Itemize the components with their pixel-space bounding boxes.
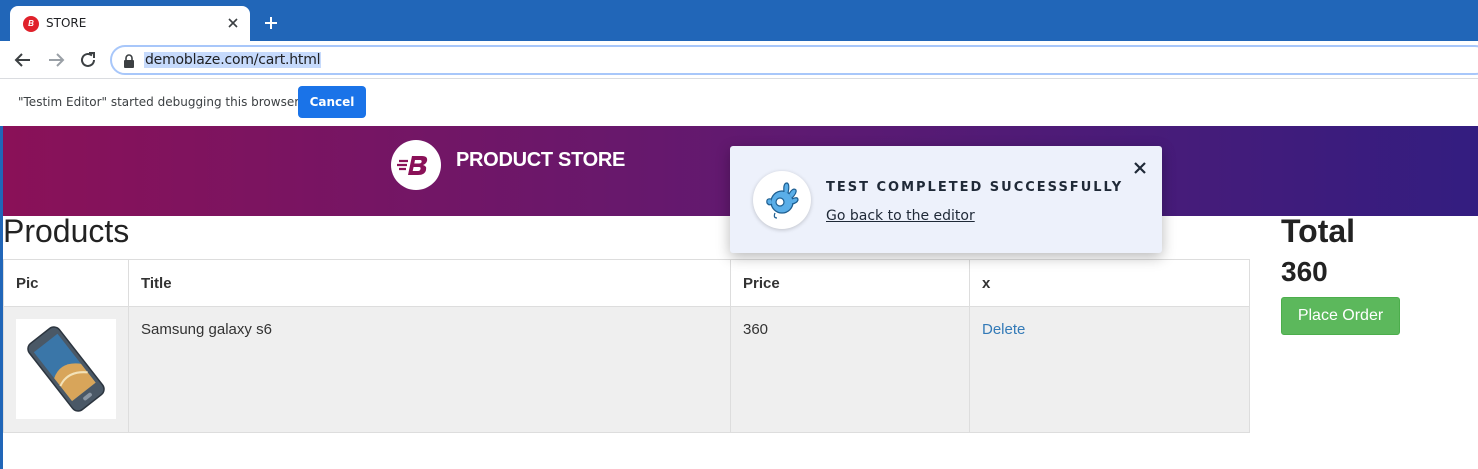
toast-title: TEST COMPLETED SUCCESSFULLY — [826, 180, 1124, 195]
test-completed-toast: TEST COMPLETED SUCCESSFULLY Go back to t… — [730, 146, 1162, 253]
store-favicon-icon: B — [23, 16, 39, 32]
browser-tabstrip: B STORE — [0, 0, 1478, 41]
back-arrow-icon[interactable] — [12, 49, 34, 71]
total-heading: Total — [1281, 213, 1356, 249]
delete-link[interactable]: Delete — [982, 321, 1025, 338]
tab-title: STORE — [46, 16, 87, 30]
ok-hand-icon — [766, 182, 799, 219]
column-header-pic: Pic — [3, 259, 129, 307]
browser-toolbar: demoblaze.com/cart.html — [0, 41, 1478, 79]
product-action-cell: Delete — [969, 306, 1250, 433]
cart-table: Pic Title Price x Samsung galaxy s6 360 … — [3, 259, 1250, 433]
total-value: 360 — [1281, 256, 1328, 287]
column-header-title: Title — [128, 259, 731, 307]
phone-image-icon — [27, 326, 105, 412]
go-back-to-editor-link[interactable]: Go back to the editor — [826, 208, 975, 224]
product-price-cell: 360 — [730, 306, 970, 433]
url-text[interactable]: demoblaze.com/cart.html — [144, 52, 322, 68]
products-heading: Products — [3, 213, 130, 249]
browser-tab[interactable]: B STORE — [10, 6, 250, 41]
infobar-message: "Testim Editor" started debugging this b… — [18, 95, 300, 109]
place-order-button[interactable]: Place Order — [1281, 297, 1400, 335]
close-icon[interactable] — [1132, 160, 1148, 176]
column-header-x: x — [969, 259, 1250, 307]
lock-icon — [124, 54, 134, 68]
product-title-cell: Samsung galaxy s6 — [128, 306, 731, 433]
table-row: Samsung galaxy s6 360 Delete — [3, 306, 1250, 433]
product-pic-cell — [3, 306, 129, 433]
address-bar[interactable]: demoblaze.com/cart.html — [110, 45, 1478, 75]
debugging-infobar: "Testim Editor" started debugging this b… — [0, 79, 1478, 126]
close-tab-icon[interactable] — [224, 14, 242, 32]
store-brand-name[interactable]: PRODUCT STORE — [456, 149, 625, 172]
toast-avatar — [753, 171, 811, 229]
column-header-price: Price — [730, 259, 970, 307]
product-image — [16, 319, 116, 419]
table-header-row: Pic Title Price x — [3, 259, 1250, 307]
cancel-debugging-button[interactable]: Cancel — [298, 86, 366, 118]
blazemeter-logo-icon — [397, 156, 428, 175]
forward-arrow-icon[interactable] — [45, 49, 67, 71]
store-logo[interactable] — [391, 140, 441, 190]
new-tab-plus-icon[interactable] — [262, 14, 280, 32]
reload-icon[interactable] — [77, 49, 99, 71]
